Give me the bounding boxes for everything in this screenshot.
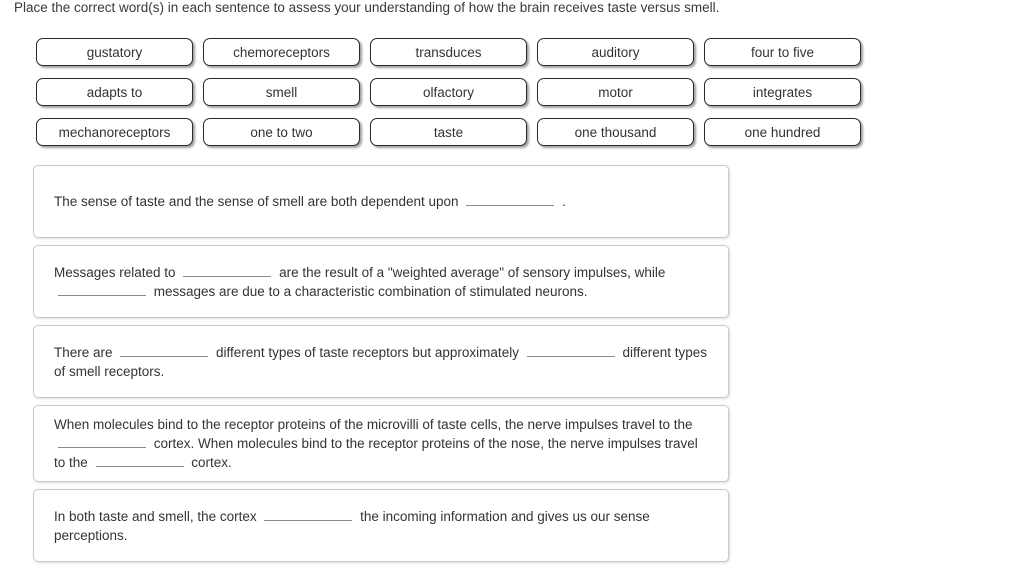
word-chip[interactable]: auditory <box>537 38 694 66</box>
answer-blank[interactable] <box>466 193 555 206</box>
word-chip[interactable]: four to five <box>704 38 861 66</box>
answer-blank[interactable] <box>183 264 272 277</box>
sentence-list: The sense of taste and the sense of smel… <box>33 165 729 569</box>
sentence-text: There are different types of taste recep… <box>54 343 708 381</box>
word-chip[interactable]: one thousand <box>537 118 694 146</box>
word-chip[interactable]: mechanoreceptors <box>36 118 193 146</box>
sentence-text: When molecules bind to the receptor prot… <box>54 415 708 472</box>
word-chip[interactable]: adapts to <box>36 78 193 106</box>
word-bank-row: adapts to smell olfactory motor integrates <box>36 78 876 106</box>
sentence-fragment: There are <box>54 344 117 360</box>
answer-blank[interactable] <box>120 344 209 357</box>
answer-blank[interactable] <box>95 454 184 467</box>
sentence-fragment: messages are due to a characteristic com… <box>150 283 588 299</box>
word-chip[interactable]: integrates <box>704 78 861 106</box>
sentence-fragment: In both taste and smell, the cortex <box>54 508 261 524</box>
sentence-box[interactable]: In both taste and smell, the cortex the … <box>33 489 729 562</box>
sentence-fragment: The sense of taste and the sense of smel… <box>54 194 463 209</box>
word-bank: gustatory chemoreceptors transduces auditor… <box>36 38 876 146</box>
answer-blank[interactable] <box>264 508 353 521</box>
sentence-text: The sense of taste and the sense of smel… <box>54 192 708 211</box>
word-chip[interactable]: one to two <box>203 118 360 146</box>
sentence-text: Messages related to are the result of a … <box>54 263 708 301</box>
sentence-fragment: are the result of a "weighted average" o… <box>275 264 666 280</box>
word-chip[interactable]: transduces <box>370 38 527 66</box>
word-chip[interactable]: one hundred <box>704 118 861 146</box>
word-bank-row: gustatory chemoreceptors transduces auditor… <box>36 38 876 66</box>
answer-blank[interactable] <box>526 344 615 357</box>
word-chip[interactable]: smell <box>203 78 360 106</box>
sentence-box[interactable]: There are different types of taste recep… <box>33 325 729 398</box>
sentence-fragment: Messages related to <box>54 264 180 280</box>
sentence-box[interactable]: The sense of taste and the sense of smel… <box>33 165 729 238</box>
sentence-fragment: . <box>558 194 566 209</box>
word-chip[interactable]: chemoreceptors <box>203 38 360 66</box>
sentence-box[interactable]: Messages related to are the result of a … <box>33 245 729 318</box>
word-chip[interactable]: gustatory <box>36 38 193 66</box>
word-chip[interactable]: motor <box>537 78 694 106</box>
word-bank-row: mechanoreceptors one to two taste one thous… <box>36 118 876 146</box>
sentence-text: In both taste and smell, the cortex the … <box>54 507 708 545</box>
answer-blank[interactable] <box>58 283 146 296</box>
word-chip[interactable]: olfactory <box>370 78 527 106</box>
sentence-fragment: different types of taste receptors but a… <box>212 344 523 360</box>
word-chip[interactable]: taste <box>370 118 527 146</box>
instruction-text: Place the correct word(s) in each senten… <box>14 0 720 15</box>
answer-blank[interactable] <box>58 435 146 448</box>
sentence-fragment: cortex. <box>187 455 232 470</box>
sentence-box[interactable]: When molecules bind to the receptor prot… <box>33 405 729 482</box>
sentence-fragment: When molecules bind to the receptor prot… <box>54 417 693 432</box>
